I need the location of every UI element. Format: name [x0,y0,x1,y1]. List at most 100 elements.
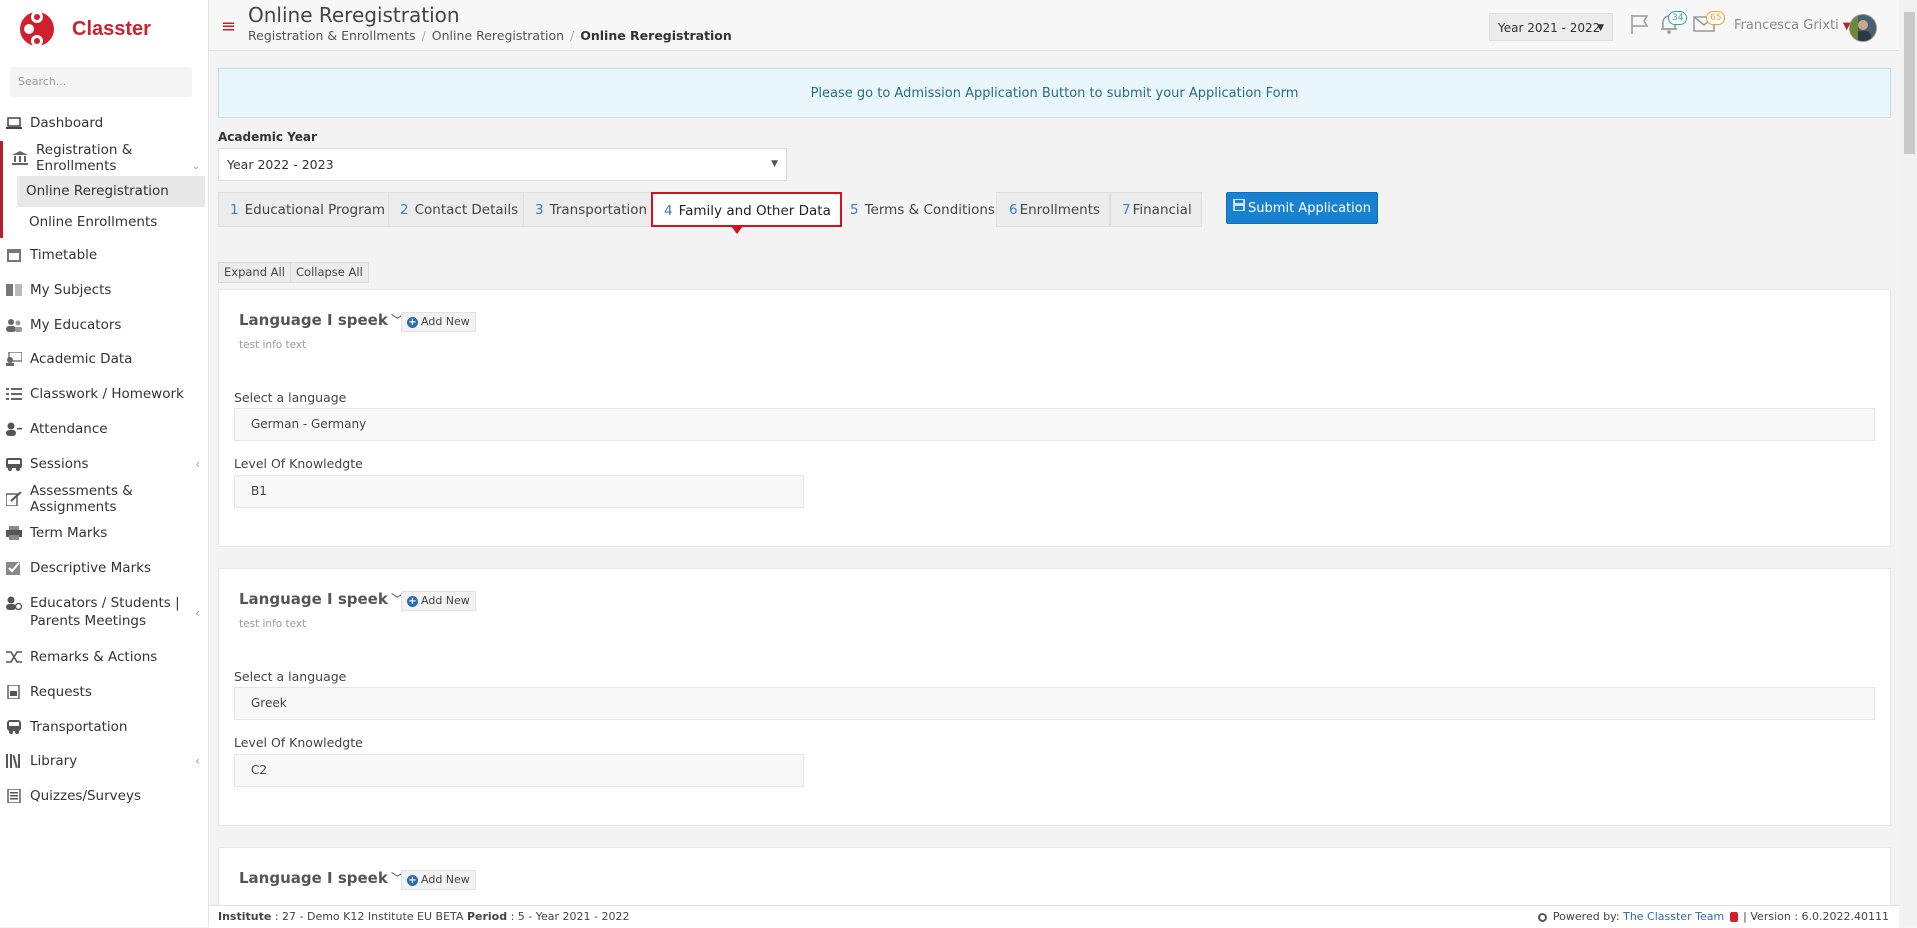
academic-year-select[interactable]: Year 2022 - 2023 ▼ [218,148,787,181]
sidebar-item-term-marks[interactable]: Term Marks [0,516,208,551]
print-icon [6,526,22,541]
hamburger-menu-icon[interactable]: ≡ [221,16,236,37]
sidebar-item-sessions[interactable]: Sessions ‹ [0,446,208,481]
user-name: Francesca Grixti [1734,18,1839,33]
tab-financial[interactable]: 7 Financial [1110,192,1202,227]
footer-powered: Powered by: The Classter Team | Version … [1538,906,1889,928]
sidebar-item-meetings[interactable]: Educators / Students | Parents Meetings … [0,586,208,640]
add-new-button[interactable]: + Add New [401,870,476,890]
section-title-text: Language I speek [239,869,388,887]
tab-label: Educational Program [244,202,386,218]
tab-educational-program[interactable]: 1 Educational Program [218,192,396,227]
language-section: Language I speek ﹀ + Add New [218,847,1891,907]
tab-contact-details[interactable]: 2 Contact Details [388,192,529,227]
period-label: Period [466,910,508,923]
sidebar-item-assessments[interactable]: Assessments & Assignments [0,481,208,516]
period-value: : 5 - Year 2021 - 2022 [510,910,630,923]
tab-label: Contact Details [414,202,519,218]
section-title[interactable]: Language I speek ﹀ [239,589,404,608]
sidebar-item-label: Online Enrollments [29,214,158,231]
sidebar-subitem-online-enrollments[interactable]: Online Enrollments [0,206,208,238]
sidebar-item-my-educators[interactable]: My Educators [0,307,208,342]
tab-number: 7 [1122,202,1131,218]
brand-mark-icon [1729,912,1738,922]
sidebar-item-my-subjects[interactable]: My Subjects [0,272,208,307]
year-selector[interactable]: Year 2021 - 2022 ▼ [1489,13,1613,41]
academic-icon [6,352,22,367]
language-section: Language I speek ﹀ + Add New test info tex… [218,289,1891,547]
tab-family-and-other-data[interactable]: 4 Family and Other Data [651,192,842,234]
sidebar-item-label: Dashboard [30,115,104,132]
plus-icon: + [407,596,418,607]
file-icon [6,684,22,699]
tab-label: Financial [1132,202,1192,218]
sidebar-item-classwork[interactable]: Classwork / Homework [0,377,208,412]
submit-application-button[interactable]: Submit Application [1226,192,1378,224]
sidebar-item-requests[interactable]: Requests [0,674,208,709]
sidebar-item-label: Classwork / Homework [30,386,184,403]
sidebar-item-label: Remarks & Actions [30,648,158,665]
expand-all-button[interactable]: Expand All [218,262,291,283]
sidebar-item-remarks[interactable]: Remarks & Actions [0,640,208,675]
sidebar-item-label: Library [30,753,78,770]
quiz-icon [6,789,22,804]
chevron-down-icon: ⌄ [191,160,200,172]
collapse-all-button[interactable]: Collapse All [290,262,369,283]
avatar[interactable] [1849,14,1877,42]
breadcrumb-item[interactable]: Online Reregistration [432,28,564,43]
users-icon [6,318,22,332]
sidebar-item-dashboard[interactable]: Dashboard [0,106,208,141]
classter-team-link[interactable]: The Classter Team [1623,910,1724,923]
language-field[interactable]: German - Germany [234,408,1875,441]
scrollbar-thumb[interactable] [1904,12,1915,154]
add-new-button[interactable]: + Add New [401,591,476,611]
level-field[interactable]: C2 [234,754,804,787]
sidebar-item-label: Descriptive Marks [30,560,151,577]
sidebar-item-label: Educators / Students | Parents Meetings [30,594,180,629]
sidebar-item-attendance[interactable]: Attendance [0,412,208,447]
bus-icon [6,719,22,734]
submit-label: Submit Application [1248,201,1371,216]
language-field[interactable]: Greek [234,687,1875,720]
edit-icon [6,491,22,506]
sidebar-item-transportation[interactable]: Transportation [0,709,208,744]
institute-label: Institute [218,910,272,923]
tab-number: 2 [400,202,409,218]
sidebar-subitem-online-reregistration[interactable]: Online Reregistration [0,175,205,207]
tab-transportation[interactable]: 3 Transportation [523,192,658,227]
logo[interactable]: Classter [18,8,151,50]
powered-by-text: Powered by: [1552,910,1620,923]
academic-year-label: Academic Year [218,130,317,144]
add-new-label: Add New [421,315,470,328]
list-icon [6,387,22,401]
user-menu[interactable]: Francesca Grixti ▼ [1734,18,1851,33]
sidebar-item-academic-data[interactable]: Academic Data [0,342,208,377]
tab-label: Transportation [549,202,648,218]
breadcrumb: Registration & Enrollments / Online Reregi… [248,28,732,43]
shuffle-icon [6,650,22,664]
attendance-icon [6,422,22,436]
search-input[interactable]: Search... [10,67,192,97]
add-new-button[interactable]: + Add New [401,312,476,332]
section-title[interactable]: Language I speek ﹀ [239,310,404,329]
language-section: Language I speek ﹀ + Add New test info tex… [218,568,1891,826]
sidebar-item-timetable[interactable]: Timetable [0,238,208,273]
level-label: Level Of Knowledgte [234,456,363,471]
breadcrumb-item[interactable]: Registration & Enrollments [248,28,416,43]
sidebar-item-label: Attendance [30,420,108,437]
tab-terms-and-conditions[interactable]: 5 Terms & Conditions [838,192,1005,227]
sidebar-item-registration[interactable]: Registration & Enrollments ⌄ [0,140,208,176]
tab-number: 5 [850,202,859,218]
sidebar-item-quizzes[interactable]: Quizzes/Surveys [0,779,208,814]
tab-enrollments[interactable]: 6 Enrollments [996,192,1111,227]
tab-label: Family and Other Data [678,203,831,219]
page-title: Online Reregistration [248,3,460,27]
section-info-text: test info text [239,339,307,351]
sidebar-item-descriptive-marks[interactable]: Descriptive Marks [0,551,208,586]
info-alert: Please go to Admission Application Butto… [218,68,1891,118]
flag-icon[interactable] [1629,14,1649,39]
level-field[interactable]: B1 [234,475,804,508]
scrollbar[interactable] [1902,0,1917,927]
sidebar-item-library[interactable]: Library ‹ [0,744,208,779]
section-title[interactable]: Language I speek ﹀ [239,868,404,887]
